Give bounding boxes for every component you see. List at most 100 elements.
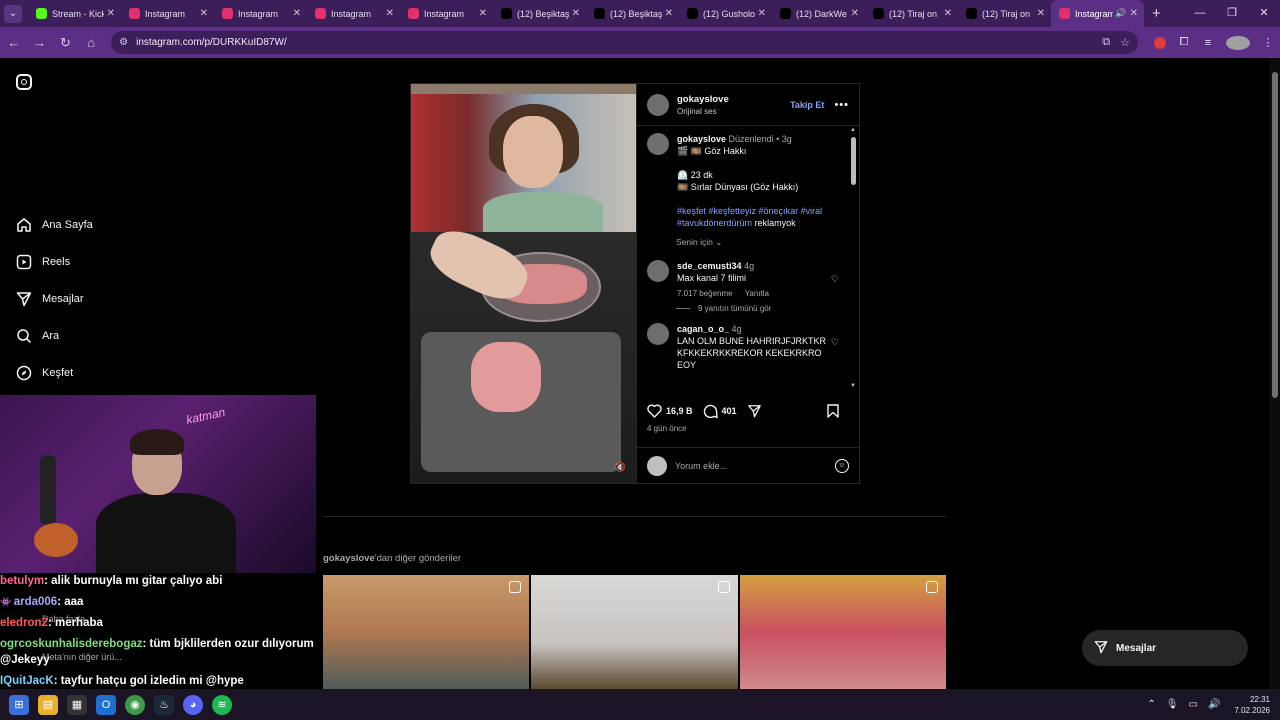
follow-button[interactable]: Takip Et: [790, 100, 824, 110]
browser-tab[interactable]: (12) Tiraj on ✕: [865, 0, 958, 27]
author-avatar[interactable]: [647, 93, 669, 116]
tab-close-icon[interactable]: ✕: [1037, 8, 1045, 19]
sidebar-item-search[interactable]: Ara: [16, 317, 93, 354]
page-scrollbar[interactable]: [1270, 58, 1280, 689]
browser-tab[interactable]: Stream - Kick ✕: [28, 0, 121, 27]
author-username[interactable]: gokayslove: [677, 94, 729, 105]
comment-avatar[interactable]: [647, 260, 669, 282]
view-replies-button[interactable]: 9 yanıtın tümünü gör: [676, 304, 839, 313]
save-button[interactable]: [827, 404, 839, 418]
grid-post[interactable]: [531, 575, 738, 689]
post-video[interactable]: 🔇: [411, 84, 636, 483]
for-you-toggle[interactable]: Senin için ⌄: [676, 237, 839, 248]
browser-tab[interactable]: Instagram ✕: [400, 0, 493, 27]
post-date[interactable]: 4 gün önce: [647, 424, 687, 433]
comment-author[interactable]: sde_cemusti34: [677, 261, 742, 271]
sidebar-item-home[interactable]: Ana Sayfa: [16, 206, 93, 243]
scroll-up-arrow-icon[interactable]: ▲: [850, 127, 856, 133]
tab-close-icon[interactable]: ✕: [479, 8, 487, 19]
more-options-icon[interactable]: •••: [834, 99, 849, 111]
sidebar-item-reels[interactable]: Reels: [16, 243, 93, 280]
grid-post[interactable]: [323, 575, 530, 689]
reply-button[interactable]: Yanıtla: [745, 289, 769, 298]
caption-avatar[interactable]: [647, 133, 669, 155]
back-button[interactable]: ←: [2, 35, 26, 50]
url-text[interactable]: instagram.com/p/DURKKuID87W/: [136, 37, 1092, 48]
comment-like-heart-icon[interactable]: ♡: [831, 260, 839, 300]
chrome-icon[interactable]: ◉: [125, 694, 145, 715]
reload-button[interactable]: ↻: [54, 35, 78, 51]
caption-author[interactable]: gokayslove: [677, 134, 726, 144]
tab-close-icon[interactable]: ✕: [851, 8, 859, 19]
tab-close-icon[interactable]: ✕: [758, 8, 766, 19]
steam-icon[interactable]: ♨: [154, 694, 174, 715]
tab-close-icon[interactable]: ✕: [572, 8, 580, 19]
tab-close-icon[interactable]: ✕: [665, 8, 673, 19]
start-button[interactable]: ⊞: [9, 694, 29, 715]
comment-button[interactable]: 401: [703, 404, 737, 419]
close-window-button[interactable]: ✕: [1248, 0, 1280, 27]
sidebar-item-explore[interactable]: Keşfet: [16, 354, 93, 391]
recording-extension-icon[interactable]: [1153, 36, 1166, 49]
spotify-icon[interactable]: ≋: [212, 694, 232, 715]
volume-icon[interactable]: 🔊: [1208, 699, 1220, 710]
browser-tab[interactable]: Instagram ✕: [121, 0, 214, 27]
chrome-menu-icon[interactable]: ⋮: [1256, 36, 1280, 49]
minimize-button[interactable]: —: [1184, 0, 1216, 27]
new-tab-button[interactable]: +: [1152, 5, 1161, 22]
tab-close-icon[interactable]: ✕: [386, 8, 394, 19]
browser-tab[interactable]: (12) Gusholo ✕: [679, 0, 772, 27]
file-explorer-icon[interactable]: ▤: [38, 694, 58, 715]
media-controls-icon[interactable]: ≡: [1196, 37, 1220, 49]
tab-close-icon[interactable]: ✕: [944, 8, 952, 19]
outlook-icon[interactable]: O: [96, 694, 116, 715]
restore-button[interactable]: ❐: [1216, 0, 1248, 27]
page-scrollbar-thumb[interactable]: [1272, 72, 1278, 398]
comment-input[interactable]: Yorum ekle...: [675, 461, 835, 471]
tab-close-icon[interactable]: ✕: [1130, 8, 1138, 19]
comment-likes[interactable]: 7.017 beğenme: [677, 289, 733, 298]
comment-avatar[interactable]: [647, 323, 669, 345]
share-button[interactable]: [747, 404, 762, 418]
scrollbar-thumb[interactable]: [851, 137, 856, 185]
scroll-down-arrow-icon[interactable]: ▼: [850, 383, 856, 389]
comment-author[interactable]: cagan_o_o_: [677, 324, 729, 334]
browser-tab[interactable]: (12) DarkWe ✕: [772, 0, 865, 27]
audio-label[interactable]: Orijinal ses: [677, 107, 729, 116]
forward-button[interactable]: →: [28, 35, 52, 50]
clock[interactable]: 22:31 7.02.2026: [1234, 694, 1270, 716]
profile-avatar[interactable]: [1225, 35, 1250, 50]
tab-search-button[interactable]: ⌄: [4, 4, 22, 23]
browser-tab[interactable]: Instagram ✕: [307, 0, 400, 27]
install-app-icon[interactable]: ⧉: [1102, 36, 1110, 49]
comment-like-heart-icon[interactable]: ♡: [831, 323, 839, 371]
tab-close-icon[interactable]: ✕: [200, 8, 208, 19]
bookmark-star-icon[interactable]: ☆: [1120, 36, 1130, 49]
emoji-icon[interactable]: ☺: [835, 458, 849, 473]
extensions-puzzle-icon[interactable]: ⧠: [1172, 36, 1196, 49]
site-info-icon[interactable]: ⚙: [119, 37, 128, 48]
sidebar-item-messages[interactable]: Mesajlar: [16, 280, 93, 317]
floating-messages-button[interactable]: Mesajlar: [1082, 630, 1248, 666]
instagram-logo-icon[interactable]: [16, 74, 32, 90]
more-posts-author[interactable]: gokayslove: [323, 553, 375, 564]
store-icon[interactable]: ▦: [67, 694, 87, 715]
tab-audio-icon[interactable]: 🔊: [1115, 8, 1126, 19]
caption-hashtags[interactable]: #keşfet #keşfetteyiz #öneçıkar #viral #t…: [677, 206, 822, 228]
browser-tab[interactable]: Instagram ✕: [214, 0, 307, 27]
tab-close-icon[interactable]: ✕: [293, 8, 301, 19]
browser-tab[interactable]: (12) Beşiktaş ✕: [493, 0, 586, 27]
browser-tab[interactable]: Instagram 🔊 ✕: [1051, 0, 1144, 27]
microphone-icon[interactable]: 🎙: [1166, 699, 1179, 710]
browser-tab[interactable]: (12) Tiraj on ✕: [958, 0, 1051, 27]
display-icon[interactable]: ▭: [1189, 699, 1198, 710]
comments-scrollbar[interactable]: ▲ ▼: [850, 127, 857, 389]
mute-icon[interactable]: 🔇: [615, 462, 626, 473]
home-button[interactable]: ⌂: [79, 35, 103, 50]
grid-post[interactable]: [739, 575, 946, 689]
like-button[interactable]: 16,9 B: [647, 404, 693, 418]
discord-icon[interactable]: ◕: [183, 694, 203, 715]
tray-overflow-icon[interactable]: ⌃: [1147, 699, 1155, 710]
browser-tab[interactable]: (12) Beşiktaş ✕: [586, 0, 679, 27]
tab-close-icon[interactable]: ✕: [107, 8, 115, 19]
